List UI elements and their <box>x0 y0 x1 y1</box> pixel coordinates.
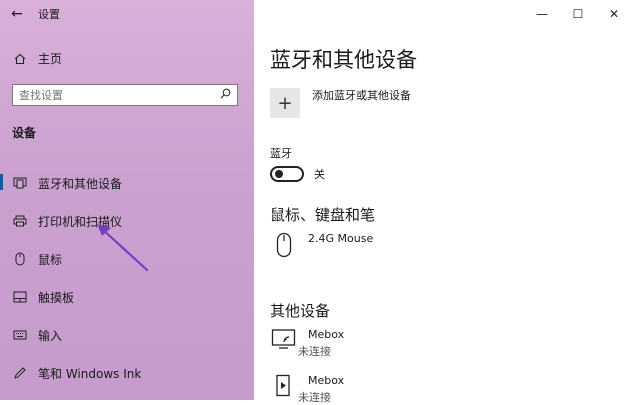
sidebar-item-typing[interactable]: 输入 <box>0 316 254 354</box>
mouse-section-title: 鼠标、键盘和笔 <box>270 206 376 224</box>
home-label: 主页 <box>38 52 63 66</box>
touchpad-icon <box>12 291 28 303</box>
printer-icon <box>12 215 28 227</box>
search-box[interactable]: 查找设置 <box>12 84 238 106</box>
bluetooth-label: 蓝牙 <box>270 147 292 160</box>
back-arrow-icon: ← <box>11 6 23 22</box>
minimize-button[interactable]: — <box>524 0 560 28</box>
sidebar-item-bluetooth[interactable]: 蓝牙和其他设备 <box>0 164 254 202</box>
sidebar: ← 设置 主页 查找设置 设备 蓝牙和其他设备 打印机和扫描仪 鼠标 触摸板 输… <box>0 0 254 400</box>
device-item-mebox-1[interactable]: Mebox 未连接 <box>270 328 344 359</box>
maximize-button[interactable]: ☐ <box>560 0 596 28</box>
sidebar-item-label: 蓝牙和其他设备 <box>38 176 123 191</box>
bluetooth-toggle-row: 关 <box>270 166 325 182</box>
bluetooth-devices-icon <box>12 177 28 189</box>
maximize-icon: ☐ <box>572 7 584 21</box>
annotation-arrow-icon <box>97 224 149 272</box>
home-link[interactable]: 主页 <box>12 50 62 67</box>
device-item-mebox-2[interactable]: Mebox 未连接 <box>270 374 344 405</box>
device-name: 2.4G Mouse <box>308 232 374 245</box>
device-item-mouse[interactable]: 2.4G Mouse <box>270 232 373 258</box>
page-title: 蓝牙和其他设备 <box>270 48 417 72</box>
mouse-icon <box>12 252 28 266</box>
home-icon <box>12 53 28 65</box>
sidebar-item-label: 鼠标 <box>38 252 63 267</box>
back-button[interactable]: ← <box>0 0 34 28</box>
bluetooth-state: 关 <box>314 168 325 181</box>
device-status: 未连接 <box>298 391 331 404</box>
mouse-icon <box>270 232 298 258</box>
close-icon: ✕ <box>608 7 620 21</box>
device-name: Mebox <box>308 374 345 387</box>
window-controls: — ☐ ✕ <box>524 0 632 28</box>
search-input[interactable]: 查找设置 <box>19 87 63 103</box>
sidebar-item-label: 触摸板 <box>38 290 75 305</box>
add-device-label: 添加蓝牙或其他设备 <box>312 89 411 102</box>
title-bar: ← 设置 <box>0 0 254 28</box>
search-icon[interactable] <box>220 88 231 102</box>
sidebar-item-label: 笔和 Windows Ink <box>38 366 142 381</box>
device-name: Mebox <box>308 328 345 341</box>
app-title: 设置 <box>38 8 60 21</box>
display-device-icon <box>270 328 298 350</box>
minimize-icon: — <box>536 7 548 21</box>
device-status: 未连接 <box>298 345 331 358</box>
keyboard-icon <box>12 330 28 340</box>
section-label: 设备 <box>12 126 37 140</box>
sidebar-item-label: 输入 <box>38 328 63 343</box>
plus-icon: + <box>270 88 300 118</box>
sidebar-item-touchpad[interactable]: 触摸板 <box>0 278 254 316</box>
media-device-icon <box>270 374 298 398</box>
main-panel: — ☐ ✕ 蓝牙和其他设备 + 添加蓝牙或其他设备 蓝牙 关 鼠标、键盘和笔 2… <box>254 0 632 404</box>
nav-list: 蓝牙和其他设备 打印机和扫描仪 鼠标 触摸板 输入 笔和 Windows Ink <box>0 164 254 392</box>
add-device-button[interactable]: + 添加蓝牙或其他设备 <box>270 88 411 118</box>
pen-icon <box>12 366 28 380</box>
bluetooth-toggle[interactable] <box>270 166 304 182</box>
toggle-knob <box>275 170 283 178</box>
close-button[interactable]: ✕ <box>596 0 632 28</box>
settings-window: ← 设置 主页 查找设置 设备 蓝牙和其他设备 打印机和扫描仪 鼠标 触摸板 输… <box>0 0 632 404</box>
sidebar-item-pen[interactable]: 笔和 Windows Ink <box>0 354 254 392</box>
other-section-title: 其他设备 <box>270 302 331 320</box>
